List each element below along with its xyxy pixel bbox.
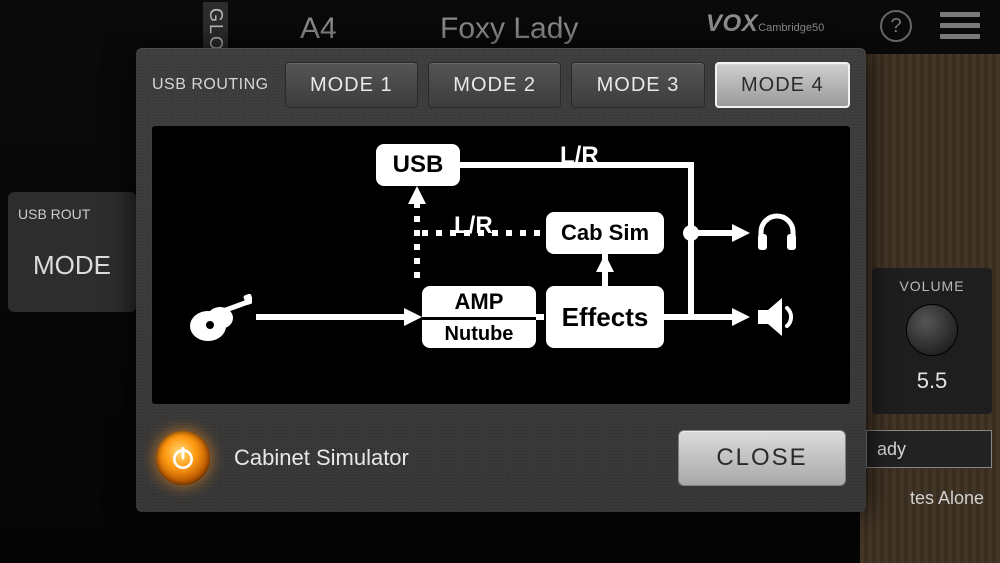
volume-value: 5.5 [917, 368, 948, 394]
usb-routing-tabs: USB ROUTING MODE 1 MODE 2 MODE 3 MODE 4 [136, 48, 866, 118]
signal-flow-diagram: AMP Nutube Effects USB Cab Sim L/R L/R [152, 126, 850, 404]
speaker-icon [754, 292, 804, 342]
diagram-amp-label: AMP [422, 286, 536, 317]
brand-label: VOXCambridge50 [706, 10, 824, 38]
cabinet-simulator-toggle[interactable] [156, 431, 210, 485]
subtext-bg: tes Alone [910, 488, 984, 509]
tab-mode-4[interactable]: MODE 4 [715, 62, 850, 108]
volume-knob[interactable] [906, 304, 958, 356]
help-button[interactable]: ? [880, 10, 912, 42]
menu-icon[interactable] [940, 12, 980, 39]
brand-model: Cambridge50 [758, 22, 824, 34]
tab-mode-2[interactable]: MODE 2 [428, 62, 561, 108]
preset-name[interactable]: Foxy Lady [440, 12, 578, 46]
close-button[interactable]: CLOSE [678, 430, 846, 486]
diagram-nutube-label: Nutube [422, 317, 536, 348]
tab-mode-1[interactable]: MODE 1 [285, 62, 418, 108]
brand-text: VOX [706, 10, 758, 37]
usb-routing-title: USB ROUTING [152, 76, 269, 94]
diagram-lr1: L/R [560, 142, 599, 170]
diagram-cabsim-box: Cab Sim [546, 212, 664, 254]
app-header: GLO A4 Foxy Lady VOXCambridge50 ? [0, 0, 1000, 54]
preset-box-bg[interactable]: ady [866, 430, 992, 468]
usb-routing-dialog: USB ROUTING MODE 1 MODE 2 MODE 3 MODE 4 … [136, 48, 866, 512]
preset-slot[interactable]: A4 [300, 12, 337, 46]
usb-routing-label-bg: USB ROUT [18, 206, 126, 222]
diagram-lr2: L/R [454, 212, 493, 240]
guitar-icon [188, 294, 252, 344]
diagram-effects-box: Effects [546, 286, 664, 348]
headphones-icon [754, 208, 800, 254]
usb-routing-card-bg[interactable]: USB ROUT MODE [8, 192, 136, 312]
power-icon [170, 445, 196, 471]
volume-card: VOLUME 5.5 [872, 268, 992, 414]
volume-label: VOLUME [899, 278, 964, 294]
diagram-usb-box: USB [376, 144, 460, 186]
usb-routing-current-bg: MODE [18, 250, 126, 281]
tab-mode-3[interactable]: MODE 3 [571, 62, 704, 108]
cabinet-simulator-label: Cabinet Simulator [234, 445, 409, 471]
dialog-footer: Cabinet Simulator CLOSE [136, 404, 866, 512]
